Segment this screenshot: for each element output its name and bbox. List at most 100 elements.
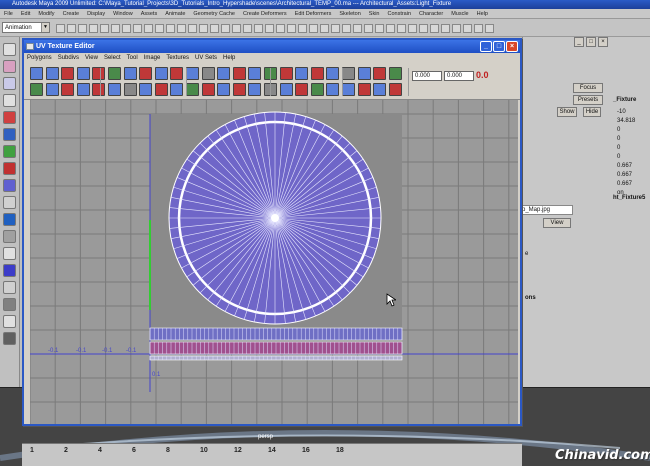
uv-flip-v-icon[interactable] xyxy=(92,83,106,96)
status-line-tool-icon[interactable] xyxy=(397,24,406,33)
uv-layout-icon[interactable] xyxy=(186,83,199,96)
status-line-tool-icon[interactable] xyxy=(287,24,296,33)
uv-frame-icon[interactable] xyxy=(357,83,371,96)
channel-value[interactable]: 34.818 xyxy=(617,118,635,124)
uv-rotate-ccw-icon[interactable] xyxy=(108,83,121,96)
uv-move-icon[interactable] xyxy=(30,67,43,80)
uv-editor-title-bar[interactable]: UV Texture Editor xyxy=(24,40,520,53)
status-line-tool-icon[interactable] xyxy=(133,24,142,33)
uv-move-icon[interactable] xyxy=(30,83,43,96)
channel-value[interactable]: 0 xyxy=(617,136,620,142)
u-coordinate-field[interactable]: 0.000 xyxy=(412,71,442,81)
channel-value[interactable]: 0 xyxy=(617,145,620,151)
channel-value[interactable]: -10 xyxy=(617,109,626,115)
status-line-tool-icon[interactable] xyxy=(485,24,494,33)
uv-isolate-icon[interactable] xyxy=(342,67,355,80)
layout-outliner-icon[interactable] xyxy=(3,264,16,277)
status-line-tool-icon[interactable] xyxy=(375,24,384,33)
uv-image-icon[interactable] xyxy=(279,67,293,80)
uv-select-icon[interactable] xyxy=(388,67,402,80)
uv-menu-textures[interactable]: Textures xyxy=(163,53,192,64)
menu-edit[interactable]: Edit xyxy=(17,9,34,18)
status-line-tool-icon[interactable] xyxy=(309,24,318,33)
lasso-tool-icon[interactable] xyxy=(3,60,16,73)
uv-pin-icon[interactable] xyxy=(373,67,387,80)
status-line-tool-icon[interactable] xyxy=(441,24,450,33)
uv-cut-icon[interactable] xyxy=(45,83,59,96)
uv-cut-icon[interactable] xyxy=(45,67,59,80)
status-line-tool-icon[interactable] xyxy=(463,24,472,33)
uv-flip-u-icon[interactable] xyxy=(76,83,90,96)
layout-persp-icon[interactable] xyxy=(3,247,16,260)
view-button[interactable]: View xyxy=(543,218,571,228)
status-line-tool-icon[interactable] xyxy=(353,24,362,33)
manipulator-icon[interactable] xyxy=(3,145,16,158)
status-line-tool-icon[interactable] xyxy=(386,24,395,33)
uv-shade-icon[interactable] xyxy=(326,67,340,80)
time-slider[interactable]: 1 2 4 6 8 10 12 14 16 18 xyxy=(22,443,522,466)
menu-constrain[interactable]: Constrain xyxy=(383,9,415,18)
menu-assets[interactable]: Assets xyxy=(137,9,162,18)
layout-script-icon[interactable] xyxy=(3,332,16,345)
uv-flip-u-icon[interactable] xyxy=(76,67,90,80)
uv-rotate-cw-icon[interactable] xyxy=(123,83,137,96)
uv-normalize-icon[interactable] xyxy=(201,67,215,80)
uv-menu-view[interactable]: View xyxy=(82,53,101,64)
status-line-tool-icon[interactable] xyxy=(210,24,219,33)
uv-menu-image[interactable]: Image xyxy=(141,53,164,64)
status-line-tool-icon[interactable] xyxy=(199,24,208,33)
status-line-tool-icon[interactable] xyxy=(166,24,175,33)
uv-rotate-cw-icon[interactable] xyxy=(123,67,137,80)
status-line-tool-icon[interactable] xyxy=(144,24,153,33)
uv-sew-icon[interactable] xyxy=(61,83,75,96)
uv-normalize-icon[interactable] xyxy=(201,83,215,96)
status-line-tool-icon[interactable] xyxy=(276,24,285,33)
uv-snapshot-icon[interactable] xyxy=(248,83,262,96)
status-line-tool-icon[interactable] xyxy=(265,24,274,33)
uv-shell-strip[interactable] xyxy=(149,327,403,361)
soft-mod-icon[interactable] xyxy=(3,162,16,175)
uv-unfold-icon[interactable] xyxy=(217,67,231,80)
uv-select-icon[interactable] xyxy=(388,83,402,96)
uv-shade-icon[interactable] xyxy=(326,83,340,96)
menu-skin[interactable]: Skin xyxy=(365,9,384,18)
v-coordinate-field[interactable]: 0.000 xyxy=(444,71,474,81)
scale-tool-icon[interactable] xyxy=(3,128,16,141)
menu-display[interactable]: Display xyxy=(83,9,109,18)
uv-pin-icon[interactable] xyxy=(373,83,387,96)
uv-sew-icon[interactable] xyxy=(61,67,75,80)
menu-file[interactable]: File xyxy=(0,9,17,18)
uv-relax-icon[interactable] xyxy=(232,67,246,80)
menu-character[interactable]: Character xyxy=(415,9,447,18)
uv-image-icon[interactable] xyxy=(279,83,293,96)
status-line-tool-icon[interactable] xyxy=(243,24,252,33)
status-line-tool-icon[interactable] xyxy=(122,24,131,33)
uv-move-up-icon[interactable] xyxy=(154,67,168,80)
file-map-field[interactable]: p_Map.jpg xyxy=(519,205,573,215)
status-line-tool-icon[interactable] xyxy=(155,24,164,33)
uv-menu-tool[interactable]: Tool xyxy=(124,53,141,64)
show-button[interactable]: Show xyxy=(557,107,577,117)
uv-filter-icon[interactable] xyxy=(310,83,324,96)
status-line-tool-icon[interactable] xyxy=(419,24,428,33)
menu-help[interactable]: Help xyxy=(473,9,492,18)
status-line-tool-icon[interactable] xyxy=(254,24,263,33)
status-line-tool-icon[interactable] xyxy=(474,24,483,33)
maximize-icon[interactable]: □ xyxy=(493,41,505,52)
uv-snapshot-icon[interactable] xyxy=(248,67,262,80)
channel-value[interactable]: 0 xyxy=(617,127,620,133)
uv-rotate-ccw-icon[interactable] xyxy=(108,67,121,80)
status-line-tool-icon[interactable] xyxy=(221,24,230,33)
uv-grid-icon[interactable] xyxy=(139,83,153,96)
status-line-tool-icon[interactable] xyxy=(331,24,340,33)
status-line-tool-icon[interactable] xyxy=(111,24,120,33)
uv-grid-icon[interactable] xyxy=(139,67,153,80)
uv-flip-v-icon[interactable] xyxy=(92,67,106,80)
uv-menu-uv-sets[interactable]: UV Sets xyxy=(192,53,220,64)
rotate-tool-icon[interactable] xyxy=(3,111,16,124)
uv-menu-polygons[interactable]: Polygons xyxy=(24,53,55,64)
menu-geometry-cache[interactable]: Geometry Cache xyxy=(189,9,239,18)
uv-menu-help[interactable]: Help xyxy=(220,53,238,64)
layout-single-icon[interactable] xyxy=(3,213,16,226)
uv-frame-icon[interactable] xyxy=(357,67,371,80)
